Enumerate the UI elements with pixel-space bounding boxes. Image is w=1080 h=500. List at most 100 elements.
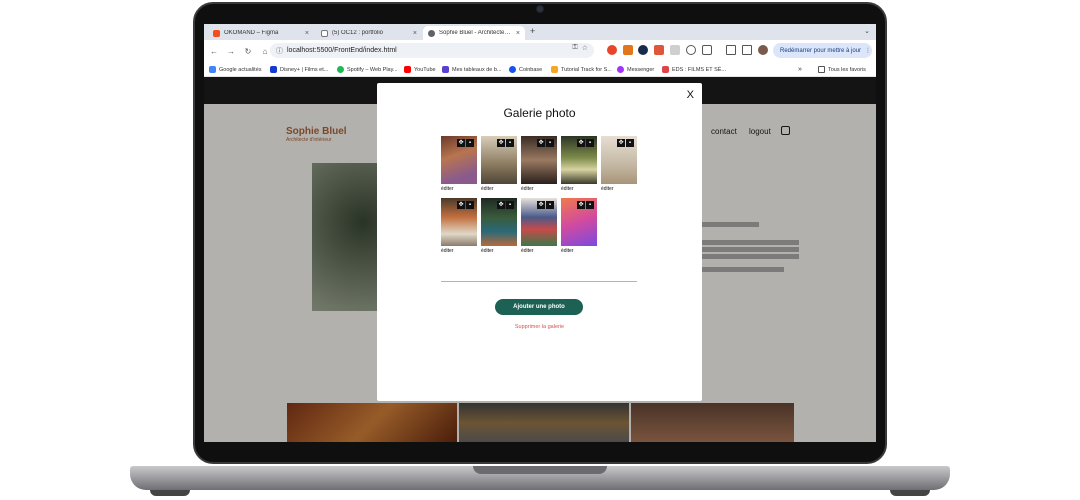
more-icon: ⋮ [865,48,872,54]
coinbase-icon [509,66,516,73]
bookmark-tableaux[interactable]: Mes tableaux de b... [442,66,502,73]
info-icon: ⓘ [276,47,283,55]
trash-icon[interactable]: ▪ [626,139,634,147]
key-icon[interactable]: ⚿ [572,44,577,52]
bookmark-spotify[interactable]: Spotify – Web Play... [337,66,398,73]
add-photo-button[interactable]: Ajouter une photo [495,299,583,315]
laptop-foot [890,490,930,496]
move-icon[interactable]: ✥ [617,139,625,147]
thumbnail-image: ✥ ▪ [521,136,557,184]
trash-icon[interactable]: ▪ [546,139,554,147]
bookmark-label: Coinbase [519,66,543,73]
edit-link[interactable]: éditer [521,248,557,254]
move-icon[interactable]: ✥ [577,139,585,147]
relaunch-button[interactable]: Redémarrer pour mettre à jour ⋮ [773,43,872,58]
bookmark-messenger[interactable]: Messenger [617,66,654,73]
edit-link[interactable]: éditer [561,186,597,192]
trash-icon[interactable]: ▪ [506,139,514,147]
move-icon[interactable]: ✥ [537,139,545,147]
edit-link[interactable]: éditer [481,186,517,192]
trash-icon[interactable]: ▪ [546,201,554,209]
close-icon[interactable]: × [516,30,520,37]
extension-icon[interactable] [654,45,664,55]
avatar[interactable] [758,45,768,55]
reload-icon[interactable]: ↻ [241,44,255,58]
edit-link[interactable]: éditer [441,248,477,254]
bookmark-disney[interactable]: Disney+ | Films et... [270,66,328,73]
close-icon[interactable]: × [305,30,309,37]
bookmark-label: Tutorial Track for S... [561,66,612,73]
eds-icon [662,66,669,73]
edit-link[interactable]: éditer [601,186,637,192]
thumbnail-image: ✥ ▪ [561,198,597,246]
trash-icon[interactable]: ▪ [586,139,594,147]
spotify-icon [337,66,344,73]
bookmark-eds[interactable]: EDS : FILMS ET SÉ... [662,66,726,73]
extension-icon[interactable] [638,45,648,55]
thumbnail-image: ✥ ▪ [561,136,597,184]
trash-icon[interactable]: ▪ [506,201,514,209]
side-panel-icon[interactable] [742,45,752,55]
all-bookmarks[interactable]: Tous les favoris [818,66,866,73]
thumbnail-image: ✥ ▪ [521,198,557,246]
delete-gallery-link[interactable]: Supprimer la galerie [377,324,702,330]
divider [441,281,637,282]
move-icon[interactable]: ✥ [537,201,545,209]
tab-figma[interactable]: OKOMAND – Figma × [208,26,314,40]
bookmark-youtube[interactable]: YouTube [404,66,436,73]
new-tab-icon[interactable]: + [530,26,535,36]
bookmark-google-news[interactable]: Google actualités [209,66,262,73]
trash-icon[interactable]: ▪ [466,139,474,147]
bookmark-coinbase[interactable]: Coinbase [509,66,542,73]
gallery-thumbnail: ✥ ▪ éditer [441,198,477,254]
laptop-foot [150,490,190,496]
move-icon[interactable]: ✥ [497,201,505,209]
metamask-icon[interactable] [623,45,633,55]
close-icon[interactable]: X [687,89,694,101]
star-icon[interactable]: ☆ [582,44,588,52]
edit-link[interactable]: éditer [561,248,597,254]
trash-icon[interactable]: ▪ [466,201,474,209]
news-icon [209,66,216,73]
puzzle-icon[interactable] [702,45,712,55]
bookmarks-more-icon[interactable]: » [798,66,802,73]
trash-icon[interactable]: ▪ [586,201,594,209]
bookmark-label: Messenger [627,66,655,73]
gallery-thumbnail: ✥ ▪ éditer [441,136,477,192]
move-icon[interactable]: ✥ [497,139,505,147]
edit-link[interactable]: éditer [521,186,557,192]
edit-link[interactable]: éditer [441,186,477,192]
edit-link[interactable]: éditer [481,248,517,254]
move-icon[interactable]: ✥ [457,139,465,147]
forward-icon[interactable]: → [224,44,238,58]
bookmarks-bar: Google actualités Disney+ | Films et... … [204,62,876,77]
extension-icon[interactable] [670,45,680,55]
extension-icon[interactable] [607,45,617,55]
close-icon[interactable]: × [413,30,417,37]
download-icon[interactable] [726,45,736,55]
globe-icon [428,29,435,37]
extension-icon[interactable] [686,45,696,55]
bookmark-label: Disney+ | Films et... [280,66,329,73]
move-icon[interactable]: ✥ [457,201,465,209]
tab-sophie-bluel[interactable]: Sophie Bluel - Architecte d'in × [423,26,525,40]
tutorial-icon [551,66,558,73]
gallery-thumbnail: ✥ ▪ éditer [601,136,637,192]
back-icon[interactable]: ← [207,44,221,58]
tab-label: OKOMAND – Figma [224,30,279,36]
gallery-thumbnail: ✥ ▪ éditer [481,198,517,254]
gallery-modal: X Galerie photo ✥ ▪ éditer ✥ ▪ éditer ✥ ▪ éditer… [377,83,702,401]
relaunch-label: Redémarrer pour mettre à jour [780,47,862,54]
address-bar[interactable]: ⓘ localhost:5500/FrontEnd/index.html ⚿ ☆ [270,43,594,58]
bookmarks-more: » [798,66,802,73]
thumbnail-image: ✥ ▪ [481,198,517,246]
move-icon[interactable]: ✥ [577,201,585,209]
folder-icon [818,66,825,73]
bookmark-tutorial[interactable]: Tutorial Track for S... [551,66,612,73]
tab-portfolio[interactable]: (5) OC12 : portfolio × [316,26,422,40]
browser-toolbar: ← → ↻ ⌂ ⓘ localhost:5500/FrontEnd/index.… [204,40,876,62]
gallery-thumbnail: ✥ ▪ éditer [521,136,557,192]
chevron-down-icon[interactable]: ⌄ [864,27,870,35]
modal-title: Galerie photo [503,106,576,120]
bookmark-label: YouTube [414,66,436,73]
